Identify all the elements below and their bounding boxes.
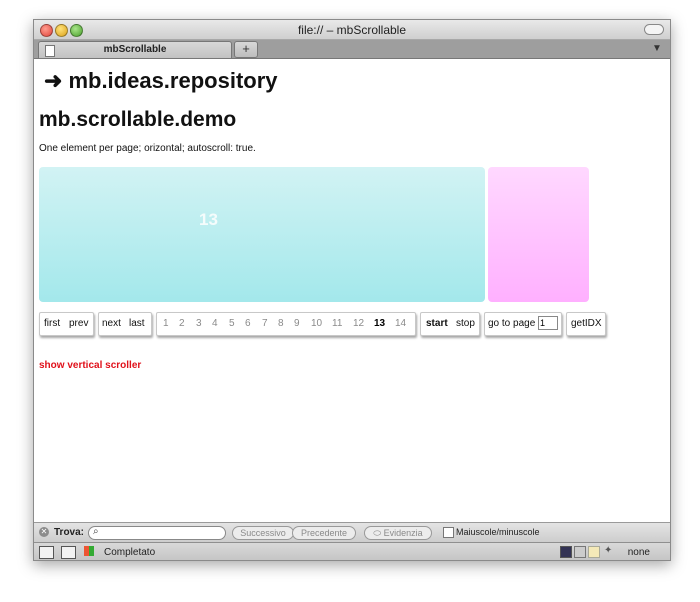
page-link[interactable]: 10 [311, 318, 322, 329]
first-button[interactable]: first [44, 318, 60, 329]
grid-icon[interactable] [560, 546, 572, 558]
page-link[interactable]: 12 [353, 318, 364, 329]
page-link-active[interactable]: 13 [374, 318, 385, 329]
nav-group-getidx: getIDX [566, 312, 606, 336]
page-link[interactable]: 1 [163, 318, 169, 329]
tab-bar: mbScrollable + ▼ [34, 40, 670, 59]
match-case-label: Maiuscole/minuscole [456, 527, 540, 537]
title-bar: file:// – mbScrollable [34, 20, 670, 40]
page-link[interactable]: 9 [294, 318, 300, 329]
nav-group-first-prev: first prev [39, 312, 94, 336]
scroll-slide-current[interactable]: 13 [39, 167, 485, 302]
stop-button[interactable]: stop [456, 318, 475, 329]
nav-group-next-last: next last [98, 312, 152, 336]
page-link[interactable]: 14 [395, 318, 406, 329]
close-find-icon[interactable]: ✕ [39, 527, 49, 537]
show-vertical-scroller-link[interactable]: show vertical scroller [39, 360, 141, 371]
browser-window: file:// – mbScrollable mbScrollable + ▼ … [33, 19, 671, 561]
repository-heading-text: mb.ideas.repository [68, 68, 278, 93]
sidebar-toggle-icon[interactable] [39, 546, 54, 559]
tab-label: mbScrollable [103, 44, 167, 55]
toolbar-toggle-button[interactable] [644, 24, 664, 35]
status-bar: Completato ✦ none [34, 542, 670, 560]
window-title: file:// – mbScrollable [297, 23, 407, 37]
find-bar: ✕ Trova: ⌕ Successivo Precedente ⬭ Evide… [34, 522, 670, 542]
highlight-icon: ⬭ [373, 528, 384, 538]
status-right-text: none [627, 547, 650, 558]
nav-group-goto: go to page [484, 312, 562, 336]
page-index: 1 2 3 4 5 6 7 8 9 10 11 12 13 14 [156, 312, 416, 336]
search-icon: ⌕ [93, 526, 99, 537]
find-input[interactable]: ⌕ [88, 526, 226, 540]
prev-button[interactable]: prev [69, 318, 88, 329]
page-link[interactable]: 5 [229, 318, 235, 329]
last-button[interactable]: last [129, 318, 145, 329]
getidx-button[interactable]: getIDX [571, 318, 602, 329]
color-grid-icon[interactable] [84, 546, 94, 556]
find-label: Trova: [54, 527, 85, 538]
page-link[interactable]: 4 [212, 318, 218, 329]
go-to-page-input[interactable] [538, 316, 558, 330]
new-tab-button[interactable]: + [234, 41, 258, 58]
page-link[interactable]: 7 [262, 318, 268, 329]
page-description: One element per page; orizontal; autoscr… [39, 143, 256, 154]
status-text: Completato [104, 547, 156, 558]
nav-group-autoscroll: start stop [420, 312, 480, 336]
page-content: ➜ mb.ideas.repository mb.scrollable.demo … [34, 59, 670, 521]
mail-icon[interactable] [588, 546, 600, 558]
page-link[interactable]: 2 [179, 318, 185, 329]
screen-icon[interactable] [61, 546, 76, 559]
highlight-button[interactable]: ⬭ Evidenzia [364, 526, 432, 540]
page-link[interactable]: 3 [196, 318, 202, 329]
tools-icon[interactable]: ✦ [604, 546, 614, 556]
start-button[interactable]: start [426, 318, 448, 329]
arrow-icon: ➜ [44, 68, 63, 93]
slide-number: 13 [199, 210, 218, 229]
find-prev-button[interactable]: Precedente [292, 526, 356, 540]
settings-icon[interactable] [574, 546, 586, 558]
go-to-page-label: go to page [488, 318, 536, 329]
tab-list-icon[interactable]: ▼ [652, 43, 664, 55]
scroll-slide-next[interactable] [488, 167, 589, 302]
page-link[interactable]: 11 [332, 318, 342, 329]
page-title: mb.scrollable.demo [39, 108, 237, 131]
page-link[interactable]: 8 [278, 318, 284, 329]
page-link[interactable]: 6 [245, 318, 251, 329]
highlight-label: Evidenzia [383, 528, 423, 538]
match-case-checkbox[interactable] [443, 527, 454, 538]
tab-mbscrollable[interactable]: mbScrollable [38, 41, 232, 59]
next-button[interactable]: next [102, 318, 121, 329]
find-next-button[interactable]: Successivo [232, 526, 294, 540]
repository-heading: ➜ mb.ideas.repository [44, 68, 278, 94]
